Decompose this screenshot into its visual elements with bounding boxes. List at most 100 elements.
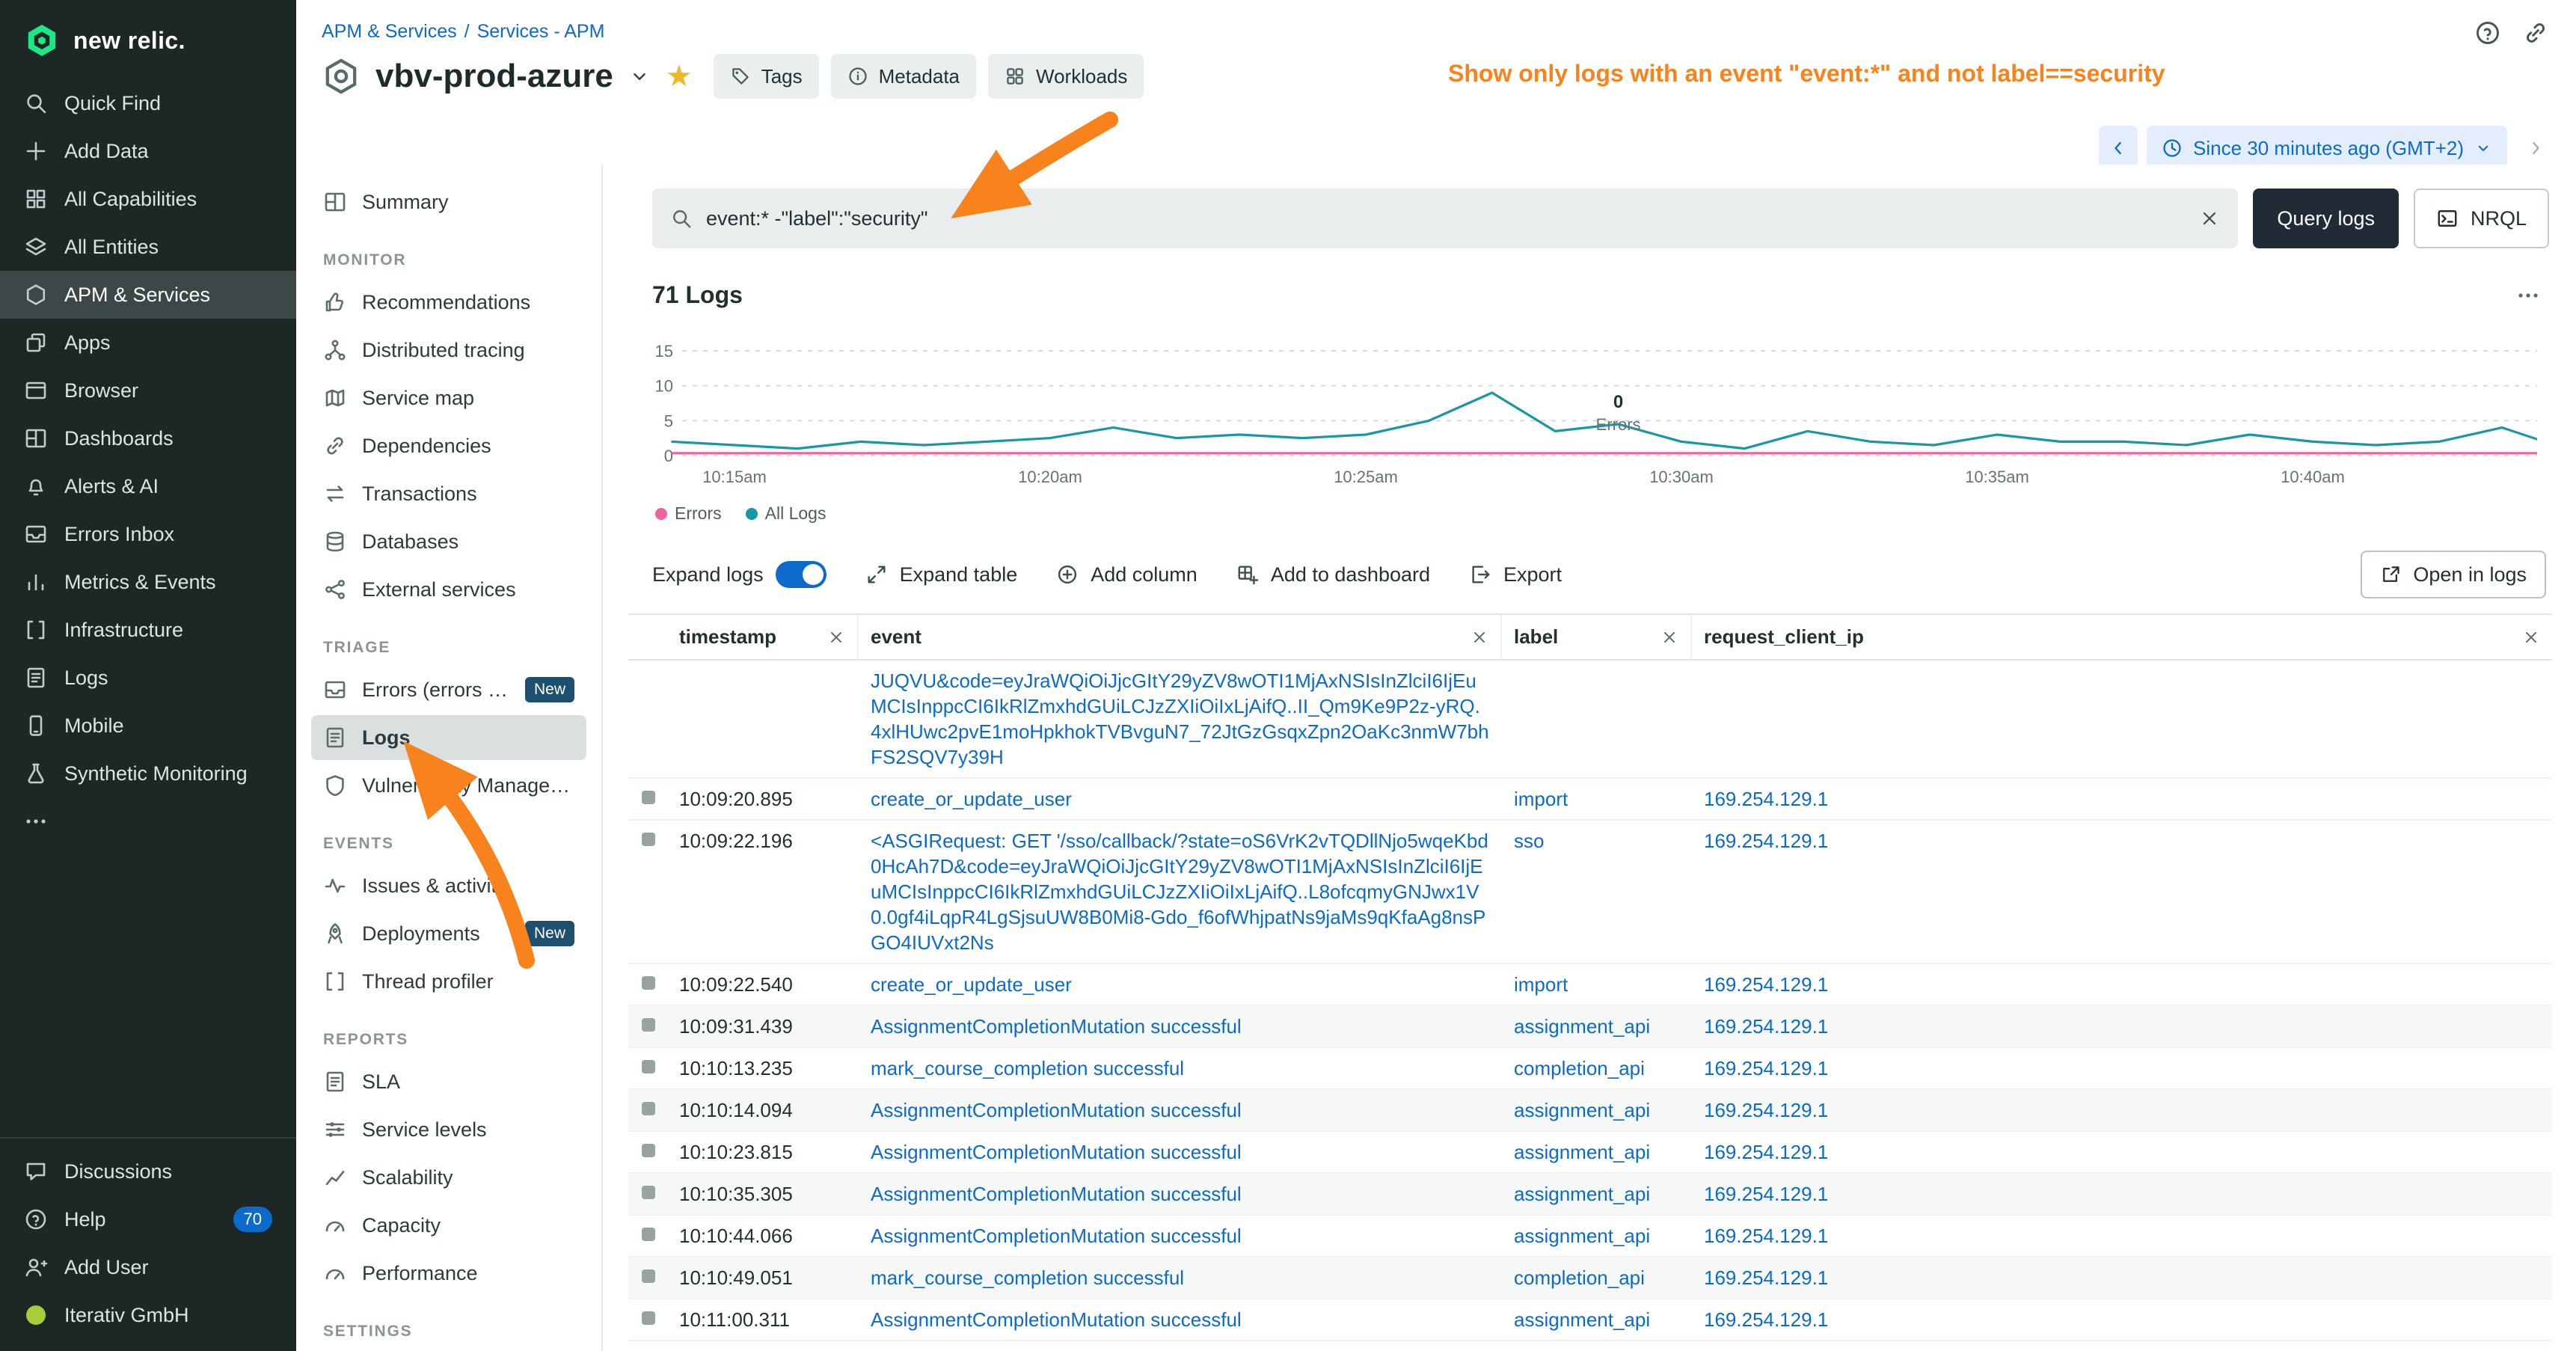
log-event-link[interactable]: create_or_update_user: [871, 788, 1072, 810]
time-back-button[interactable]: [2099, 126, 2138, 171]
log-event-link[interactable]: mark_course_completion successful: [871, 1057, 1184, 1079]
subnav-item-databases[interactable]: Databases: [311, 519, 586, 564]
log-event-link[interactable]: create_or_update_user: [871, 973, 1072, 996]
log-row[interactable]: JUQVU&code=eyJraWQiOiJjcGItY29yZV8wOTI1M…: [628, 661, 2552, 779]
sidebar-item-mobile[interactable]: Mobile: [0, 702, 296, 750]
log-label-link[interactable]: completion_api: [1514, 1057, 1645, 1079]
log-ip-link[interactable]: 169.254.129.1: [1704, 1099, 1828, 1121]
log-event-link[interactable]: AssignmentCompletionMutation successful: [871, 1141, 1242, 1163]
subnav-item-deployments[interactable]: DeploymentsNew: [311, 911, 586, 956]
log-label-link[interactable]: completion_api: [1514, 1266, 1645, 1289]
subnav-item-thread-profiler[interactable]: Thread profiler: [311, 959, 586, 1004]
more-options-icon[interactable]: [2516, 284, 2549, 307]
breadcrumb-services-apm[interactable]: Services - APM: [477, 21, 605, 43]
log-row[interactable]: 10:10:44.066AssignmentCompletionMutation…: [628, 1216, 2552, 1257]
subnav-item-dependencies[interactable]: Dependencies: [311, 423, 586, 468]
row-checkbox[interactable]: [642, 1060, 655, 1073]
column-header-request-client-ip[interactable]: request_client_ip: [1692, 615, 2552, 659]
sidebar-item-browser[interactable]: Browser: [0, 367, 296, 414]
subnav-item-external-services[interactable]: External services: [311, 567, 586, 612]
row-checkbox[interactable]: [642, 1228, 655, 1241]
sidebar-item-discussions[interactable]: Discussions: [0, 1148, 296, 1195]
row-checkbox[interactable]: [642, 1269, 655, 1283]
sidebar-item-apm-services[interactable]: APM & Services: [0, 271, 296, 319]
sidebar-item-all-entities[interactable]: All Entities: [0, 223, 296, 271]
row-checkbox[interactable]: [642, 976, 655, 990]
log-label-link[interactable]: assignment_api: [1514, 1183, 1650, 1205]
log-row[interactable]: 10:10:49.051mark_course_completion succe…: [628, 1257, 2552, 1299]
metadata-button[interactable]: Metadata: [831, 54, 976, 99]
subnav-item-summary[interactable]: Summary: [311, 180, 586, 224]
log-event-link[interactable]: JUQVU&code=eyJraWQiOiJjcGItY29yZV8wOTI1M…: [871, 670, 1489, 768]
workloads-button[interactable]: Workloads: [988, 54, 1144, 99]
time-picker[interactable]: Since 30 minutes ago (GMT+2): [2147, 126, 2507, 171]
log-ip-link[interactable]: 169.254.129.1: [1704, 1183, 1828, 1205]
sidebar-item-infrastructure[interactable]: Infrastructure: [0, 606, 296, 654]
column-header-timestamp[interactable]: timestamp: [667, 615, 859, 659]
subnav-item-transactions[interactable]: Transactions: [311, 471, 586, 516]
subnav-item-sla[interactable]: SLA: [311, 1059, 586, 1104]
log-ip-link[interactable]: 169.254.129.1: [1704, 973, 1828, 996]
row-checkbox[interactable]: [642, 833, 655, 846]
log-row[interactable]: 10:10:35.305AssignmentCompletionMutation…: [628, 1174, 2552, 1216]
log-row[interactable]: 10:09:22.540create_or_update_userimport1…: [628, 964, 2552, 1006]
column-header-event[interactable]: event: [859, 615, 1502, 659]
subnav-item-issues-activity[interactable]: Issues & activity: [311, 863, 586, 908]
log-row[interactable]: 10:11:00.311AssignmentCompletionMutation…: [628, 1299, 2552, 1341]
row-checkbox[interactable]: [642, 1186, 655, 1199]
log-row[interactable]: 10:09:20.895create_or_update_userimport1…: [628, 779, 2552, 821]
expand-logs-toggle[interactable]: [776, 561, 827, 588]
log-ip-link[interactable]: 169.254.129.1: [1704, 1015, 1828, 1038]
favorite-star-icon[interactable]: ★: [666, 61, 693, 91]
sidebar-item-add-data[interactable]: Add Data: [0, 127, 296, 175]
log-label-link[interactable]: assignment_api: [1514, 1308, 1650, 1331]
log-ip-link[interactable]: 169.254.129.1: [1704, 1141, 1828, 1163]
logs-timeline-chart[interactable]: 05101510:15am10:20am10:25am10:30am10:35a…: [637, 339, 2549, 500]
log-event-link[interactable]: AssignmentCompletionMutation successful: [871, 1225, 1242, 1247]
sidebar-item-errors-inbox[interactable]: Errors Inbox: [0, 510, 296, 558]
subnav-item-vulnerability-management[interactable]: Vulnerability Management: [311, 763, 586, 808]
log-row[interactable]: 10:10:23.815AssignmentCompletionMutation…: [628, 1132, 2552, 1174]
subnav-item-distributed-tracing[interactable]: Distributed tracing: [311, 328, 586, 373]
sidebar-item-add-user[interactable]: Add User: [0, 1243, 296, 1291]
legend-errors[interactable]: Errors: [655, 503, 722, 524]
add-to-dashboard-button[interactable]: Add to dashboard: [1236, 563, 1430, 586]
log-label-link[interactable]: assignment_api: [1514, 1015, 1650, 1038]
help-icon[interactable]: [2474, 19, 2501, 46]
subnav-item-logs[interactable]: Logs: [311, 715, 586, 760]
sidebar-item-alerts-ai[interactable]: Alerts & AI: [0, 462, 296, 510]
log-row[interactable]: 10:10:14.094AssignmentCompletionMutation…: [628, 1090, 2552, 1132]
log-row[interactable]: 10:09:22.196<ASGIRequest: GET '/sso/call…: [628, 821, 2552, 964]
log-event-link[interactable]: AssignmentCompletionMutation successful: [871, 1099, 1242, 1121]
log-ip-link[interactable]: 169.254.129.1: [1704, 830, 1828, 852]
subnav-item-scalability[interactable]: Scalability: [311, 1155, 586, 1200]
subnav-item-errors-errors-inb[interactable]: Errors (errors inb...New: [311, 667, 586, 712]
clear-query-icon[interactable]: [2199, 208, 2220, 229]
log-label-link[interactable]: assignment_api: [1514, 1225, 1650, 1247]
subnav-item-recommendations[interactable]: Recommendations: [311, 280, 586, 325]
log-event-link[interactable]: AssignmentCompletionMutation successful: [871, 1308, 1242, 1331]
remove-column-icon[interactable]: [2522, 628, 2540, 646]
column-header-label[interactable]: label: [1502, 615, 1692, 659]
time-forward-button[interactable]: [2516, 126, 2555, 171]
log-ip-link[interactable]: 169.254.129.1: [1704, 1266, 1828, 1289]
sidebar-item-apps[interactable]: Apps: [0, 319, 296, 367]
sidebar-item-quick-find[interactable]: Quick Find: [0, 79, 296, 127]
log-label-link[interactable]: assignment_api: [1514, 1141, 1650, 1163]
log-label-link[interactable]: import: [1514, 973, 1568, 996]
newrelic-logo[interactable]: new relic.: [0, 0, 296, 79]
log-row[interactable]: 10:09:31.439AssignmentCompletionMutation…: [628, 1006, 2552, 1048]
log-query-input[interactable]: event:* -"label":"security": [652, 189, 2238, 248]
legend-all-logs[interactable]: All Logs: [746, 503, 827, 524]
sidebar-item-help[interactable]: Help70: [0, 1195, 296, 1243]
sidebar-item-metrics-events[interactable]: Metrics & Events: [0, 558, 296, 606]
log-label-link[interactable]: assignment_api: [1514, 1099, 1650, 1121]
subnav-item-performance[interactable]: Performance: [311, 1251, 586, 1296]
subnav-item-service-levels[interactable]: Service levels: [311, 1107, 586, 1152]
row-checkbox[interactable]: [642, 1144, 655, 1157]
sidebar-item-logs[interactable]: Logs: [0, 654, 296, 702]
log-label-link[interactable]: sso: [1514, 830, 1544, 852]
row-checkbox[interactable]: [642, 1311, 655, 1325]
sidebar-item-synthetic-monitoring[interactable]: Synthetic Monitoring: [0, 750, 296, 797]
log-event-link[interactable]: AssignmentCompletionMutation successful: [871, 1183, 1242, 1205]
